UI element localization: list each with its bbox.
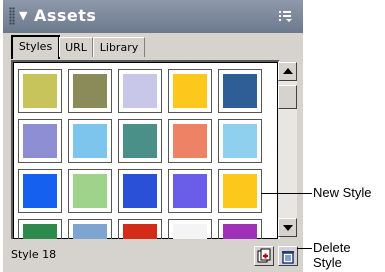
- delete-style-callout-line: [297, 248, 312, 249]
- vertical-scrollbar[interactable]: [278, 62, 297, 237]
- panel-titlebar[interactable]: ▼ Assets: [3, 0, 303, 33]
- delete-style-button[interactable]: [278, 246, 298, 266]
- swatch-1[interactable]: [18, 69, 62, 113]
- scroll-thumb[interactable]: [278, 85, 297, 109]
- swatch-7[interactable]: [68, 119, 112, 163]
- styles-grid: [11, 60, 280, 241]
- swatch-12[interactable]: [68, 169, 112, 213]
- selected-style-label: Style 18: [11, 248, 57, 261]
- collapse-arrow-icon[interactable]: ▼: [19, 9, 27, 22]
- swatch-17[interactable]: [68, 219, 112, 239]
- swatch-5[interactable]: [218, 69, 262, 113]
- delete-style-callout-line1: Delete: [313, 240, 351, 255]
- new-style-callout: New Style: [313, 185, 372, 200]
- swatch-19[interactable]: [168, 219, 212, 239]
- options-menu-icon[interactable]: [279, 10, 293, 25]
- swatch-11[interactable]: [18, 169, 62, 213]
- swatch-8[interactable]: [118, 119, 162, 163]
- swatch-14[interactable]: [168, 169, 212, 213]
- tab-url[interactable]: URL: [59, 37, 93, 57]
- swatch-10[interactable]: [218, 119, 262, 163]
- swatch-3[interactable]: [118, 69, 162, 113]
- new-style-callout-line: [261, 193, 312, 194]
- scroll-down-button[interactable]: [278, 218, 297, 237]
- swatch-16[interactable]: [18, 219, 62, 239]
- swatch-4[interactable]: [168, 69, 212, 113]
- arrow-up-icon: [283, 68, 293, 74]
- swatch-13[interactable]: [118, 169, 162, 213]
- drag-grip-icon[interactable]: [9, 7, 15, 25]
- status-bar: Style 18: [3, 239, 303, 272]
- tab-styles[interactable]: Styles: [11, 35, 60, 59]
- delete-style-callout-line2: Style: [313, 255, 342, 270]
- new-style-button[interactable]: [254, 246, 274, 266]
- swatch-9[interactable]: [168, 119, 212, 163]
- swatch-2[interactable]: [68, 69, 112, 113]
- swatch-20[interactable]: [218, 219, 262, 239]
- trash-icon: [282, 251, 294, 264]
- new-style-icon: [257, 248, 271, 263]
- swatch-15[interactable]: [218, 169, 262, 213]
- tab-library[interactable]: Library: [93, 37, 145, 57]
- assets-panel: ▼ Assets Styles URL Library Style 18: [3, 0, 303, 272]
- swatch-6[interactable]: [18, 119, 62, 163]
- panel-title: Assets: [34, 6, 97, 25]
- arrow-down-icon: [283, 225, 293, 231]
- swatch-18[interactable]: [118, 219, 162, 239]
- scroll-up-button[interactable]: [278, 62, 297, 81]
